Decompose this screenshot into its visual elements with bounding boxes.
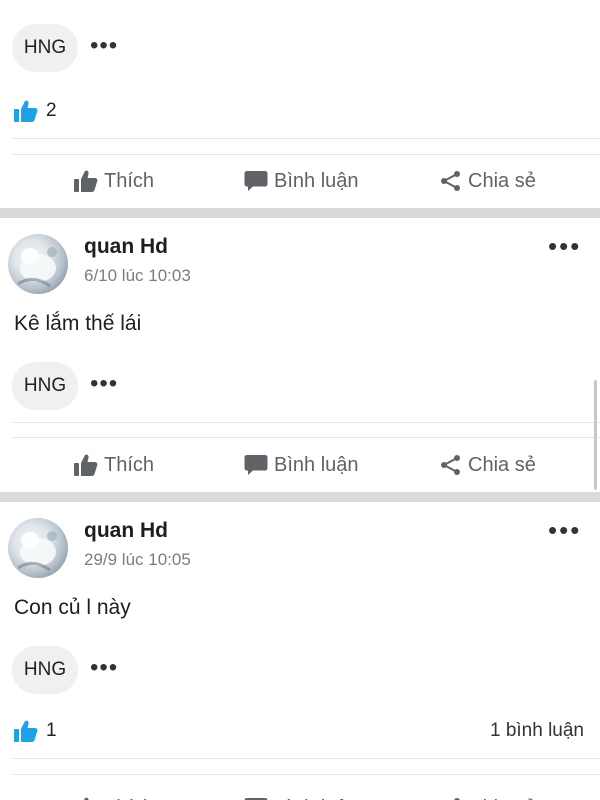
post2-tag-more-icon[interactable]: ••• <box>90 656 118 680</box>
post-separator <box>0 492 600 502</box>
divider <box>12 422 600 423</box>
comment-label: Bình luận <box>274 453 359 476</box>
share-label: Chia sẻ <box>468 169 536 192</box>
post0-like-summary[interactable]: 2 <box>14 96 57 126</box>
post2-like-summary[interactable]: 1 <box>14 716 57 746</box>
post0-action-bar: Thích Bình luận Chia sẻ <box>0 156 600 206</box>
post2-author-name[interactable]: quan Hd <box>84 519 168 543</box>
divider <box>12 774 600 775</box>
post2-text: Con củ l này <box>14 596 131 619</box>
scrollbar[interactable] <box>594 380 597 490</box>
share-icon <box>441 171 460 191</box>
avatar-image <box>17 247 57 288</box>
post1-author-name[interactable]: quan Hd <box>84 235 168 259</box>
like-label: Thích <box>104 169 155 192</box>
post0-tag-more-icon[interactable]: ••• <box>90 34 118 58</box>
comment-bubble-icon <box>244 171 268 191</box>
comment-label: Bình luận <box>274 169 359 192</box>
post0-like-button[interactable]: Thích <box>74 156 154 206</box>
thumbs-up-icon <box>74 170 98 192</box>
avatar-image <box>17 531 57 572</box>
share-icon <box>441 455 460 475</box>
share-label: Chia sẻ <box>468 453 536 476</box>
divider <box>12 138 600 139</box>
post2-timestamp[interactable]: 29/9 lúc 10:05 <box>84 550 191 570</box>
post0-comment-button[interactable]: Bình luận <box>244 156 359 206</box>
like-label: Thích <box>104 453 155 476</box>
post2-comment-button[interactable]: Bình luận <box>244 783 359 800</box>
comment-bubble-icon <box>244 455 268 475</box>
post2-comment-count[interactable]: 1 bình luận <box>490 720 584 742</box>
post0-like-count: 2 <box>46 100 57 121</box>
post-separator <box>0 208 600 218</box>
like-label: Thích <box>104 797 154 800</box>
post1-avatar[interactable] <box>8 234 68 294</box>
thumbs-up-icon <box>14 100 38 122</box>
post1-action-bar: Thích Bình luận Chia sẻ <box>0 440 600 490</box>
post2-like-button[interactable]: Thích <box>74 783 154 800</box>
post2-share-button[interactable]: Chia sẻ <box>440 783 536 800</box>
comment-label: Bình luận <box>274 797 359 800</box>
post2-like-count: 1 <box>46 720 57 741</box>
post1-timestamp[interactable]: 6/10 lúc 10:03 <box>84 266 191 286</box>
post1-like-button[interactable]: Thích <box>74 440 154 490</box>
thumbs-up-icon <box>74 454 98 476</box>
post2-avatar[interactable] <box>8 518 68 578</box>
post0-tag-chip[interactable]: HNG <box>12 24 78 72</box>
post0-share-button[interactable]: Chia sẻ <box>440 156 536 206</box>
share-label: Chia sẻ <box>468 797 536 800</box>
post1-comment-button[interactable]: Bình luận <box>244 440 359 490</box>
post1-text: Kê lắm thế lái <box>14 312 142 335</box>
thumbs-up-icon <box>14 720 38 742</box>
post2-action-bar: Thích Bình luận Chia sẻ <box>0 777 600 800</box>
divider <box>12 437 600 438</box>
post1-tag-chip[interactable]: HNG <box>12 362 78 410</box>
post1-share-button[interactable]: Chia sẻ <box>440 440 536 490</box>
post2-tag-chip[interactable]: HNG <box>12 646 78 694</box>
post2-more-icon[interactable]: ••• <box>548 517 581 543</box>
divider <box>12 758 600 759</box>
post1-more-icon[interactable]: ••• <box>548 233 581 259</box>
post1-tag-more-icon[interactable]: ••• <box>90 372 118 396</box>
divider <box>12 154 600 155</box>
